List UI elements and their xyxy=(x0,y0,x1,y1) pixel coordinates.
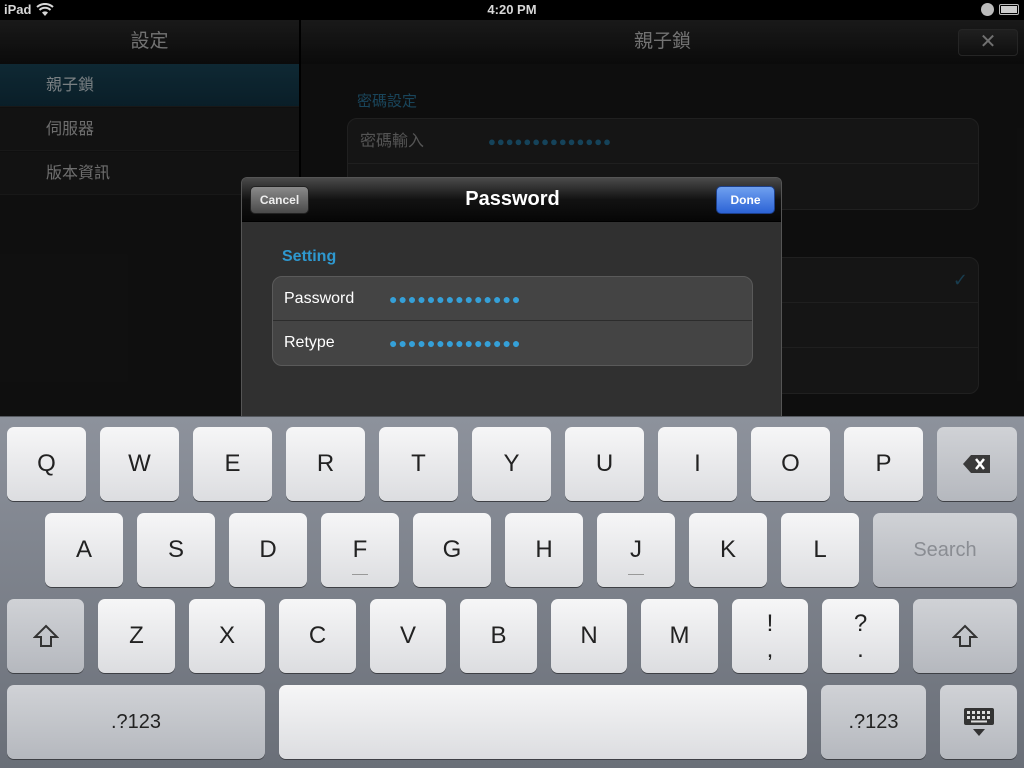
question-label: ? xyxy=(853,610,868,637)
password-field-value: ●●●●●●●●●●●●●● xyxy=(389,291,522,307)
key-t[interactable]: T xyxy=(379,427,458,501)
key-q[interactable]: Q xyxy=(7,427,86,501)
backspace-key[interactable] xyxy=(937,427,1017,501)
key-d[interactable]: D xyxy=(229,513,307,587)
key-k[interactable]: K xyxy=(689,513,767,587)
password-modal: Password Cancel Done Setting Password ●●… xyxy=(241,177,782,416)
key-exclamation-comma[interactable]: ! , xyxy=(732,599,808,673)
key-question-period[interactable]: ? . xyxy=(822,599,899,673)
password-fields-group: Password ●●●●●●●●●●●●●● Retype ●●●●●●●●●… xyxy=(272,276,753,366)
key-l[interactable]: L xyxy=(781,513,859,587)
search-key[interactable]: Search xyxy=(873,513,1017,587)
key-g[interactable]: G xyxy=(413,513,491,587)
modal-body: Setting Password ●●●●●●●●●●●●●● Retype ●… xyxy=(242,222,781,416)
backspace-icon xyxy=(963,455,990,473)
key-h[interactable]: H xyxy=(505,513,583,587)
rotation-lock-icon xyxy=(981,3,994,16)
onscreen-keyboard: Q W E R T Y U I O P A S D F G H J K L Se… xyxy=(0,416,1024,768)
shift-right-key[interactable] xyxy=(913,599,1017,673)
key-p[interactable]: P xyxy=(844,427,923,501)
status-time: 4:20 PM xyxy=(487,2,537,17)
home-row-marker xyxy=(352,574,368,575)
key-f[interactable]: F xyxy=(321,513,399,587)
retype-field-value: ●●●●●●●●●●●●●● xyxy=(389,335,522,351)
key-s[interactable]: S xyxy=(137,513,215,587)
retype-field[interactable]: Retype ●●●●●●●●●●●●●● xyxy=(273,321,752,365)
done-button[interactable]: Done xyxy=(716,186,775,214)
shift-icon xyxy=(32,624,59,647)
setting-section-title: Setting xyxy=(282,248,337,265)
key-x[interactable]: X xyxy=(189,599,265,673)
keyboard-dismiss-key[interactable] xyxy=(940,685,1017,759)
retype-field-label: Retype xyxy=(284,334,335,351)
shift-icon xyxy=(951,624,979,647)
home-row-marker xyxy=(628,574,644,575)
key-w[interactable]: W xyxy=(100,427,179,501)
key-a[interactable]: A xyxy=(45,513,123,587)
key-b[interactable]: B xyxy=(460,599,537,673)
modal-nav-bar: Password Cancel Done xyxy=(242,178,781,222)
comma-label: , xyxy=(766,636,774,663)
numbers-key-right[interactable]: .?123 xyxy=(821,685,926,759)
key-y[interactable]: Y xyxy=(472,427,551,501)
key-o[interactable]: O xyxy=(751,427,830,501)
password-field-label: Password xyxy=(284,290,355,307)
key-r[interactable]: R xyxy=(286,427,365,501)
battery-icon xyxy=(999,4,1019,15)
key-u[interactable]: U xyxy=(565,427,644,501)
key-n[interactable]: N xyxy=(551,599,627,673)
space-key[interactable] xyxy=(279,685,807,759)
key-e[interactable]: E xyxy=(193,427,272,501)
key-j[interactable]: J xyxy=(597,513,675,587)
status-bar: iPad 4:20 PM xyxy=(0,0,1024,20)
shift-left-key[interactable] xyxy=(7,599,84,673)
key-c[interactable]: C xyxy=(279,599,356,673)
modal-title: Password xyxy=(465,188,560,210)
numbers-key-left[interactable]: .?123 xyxy=(7,685,265,759)
exclamation-label: ! xyxy=(766,610,774,637)
key-z[interactable]: Z xyxy=(98,599,175,673)
key-m[interactable]: M xyxy=(641,599,718,673)
password-field[interactable]: Password ●●●●●●●●●●●●●● xyxy=(273,277,752,321)
key-j-label: J xyxy=(630,536,642,563)
key-v[interactable]: V xyxy=(370,599,446,673)
key-f-label: F xyxy=(352,536,368,563)
period-label: . xyxy=(857,636,864,663)
key-i[interactable]: I xyxy=(658,427,737,501)
keyboard-dismiss-icon xyxy=(963,708,994,736)
cancel-button[interactable]: Cancel xyxy=(250,186,309,214)
